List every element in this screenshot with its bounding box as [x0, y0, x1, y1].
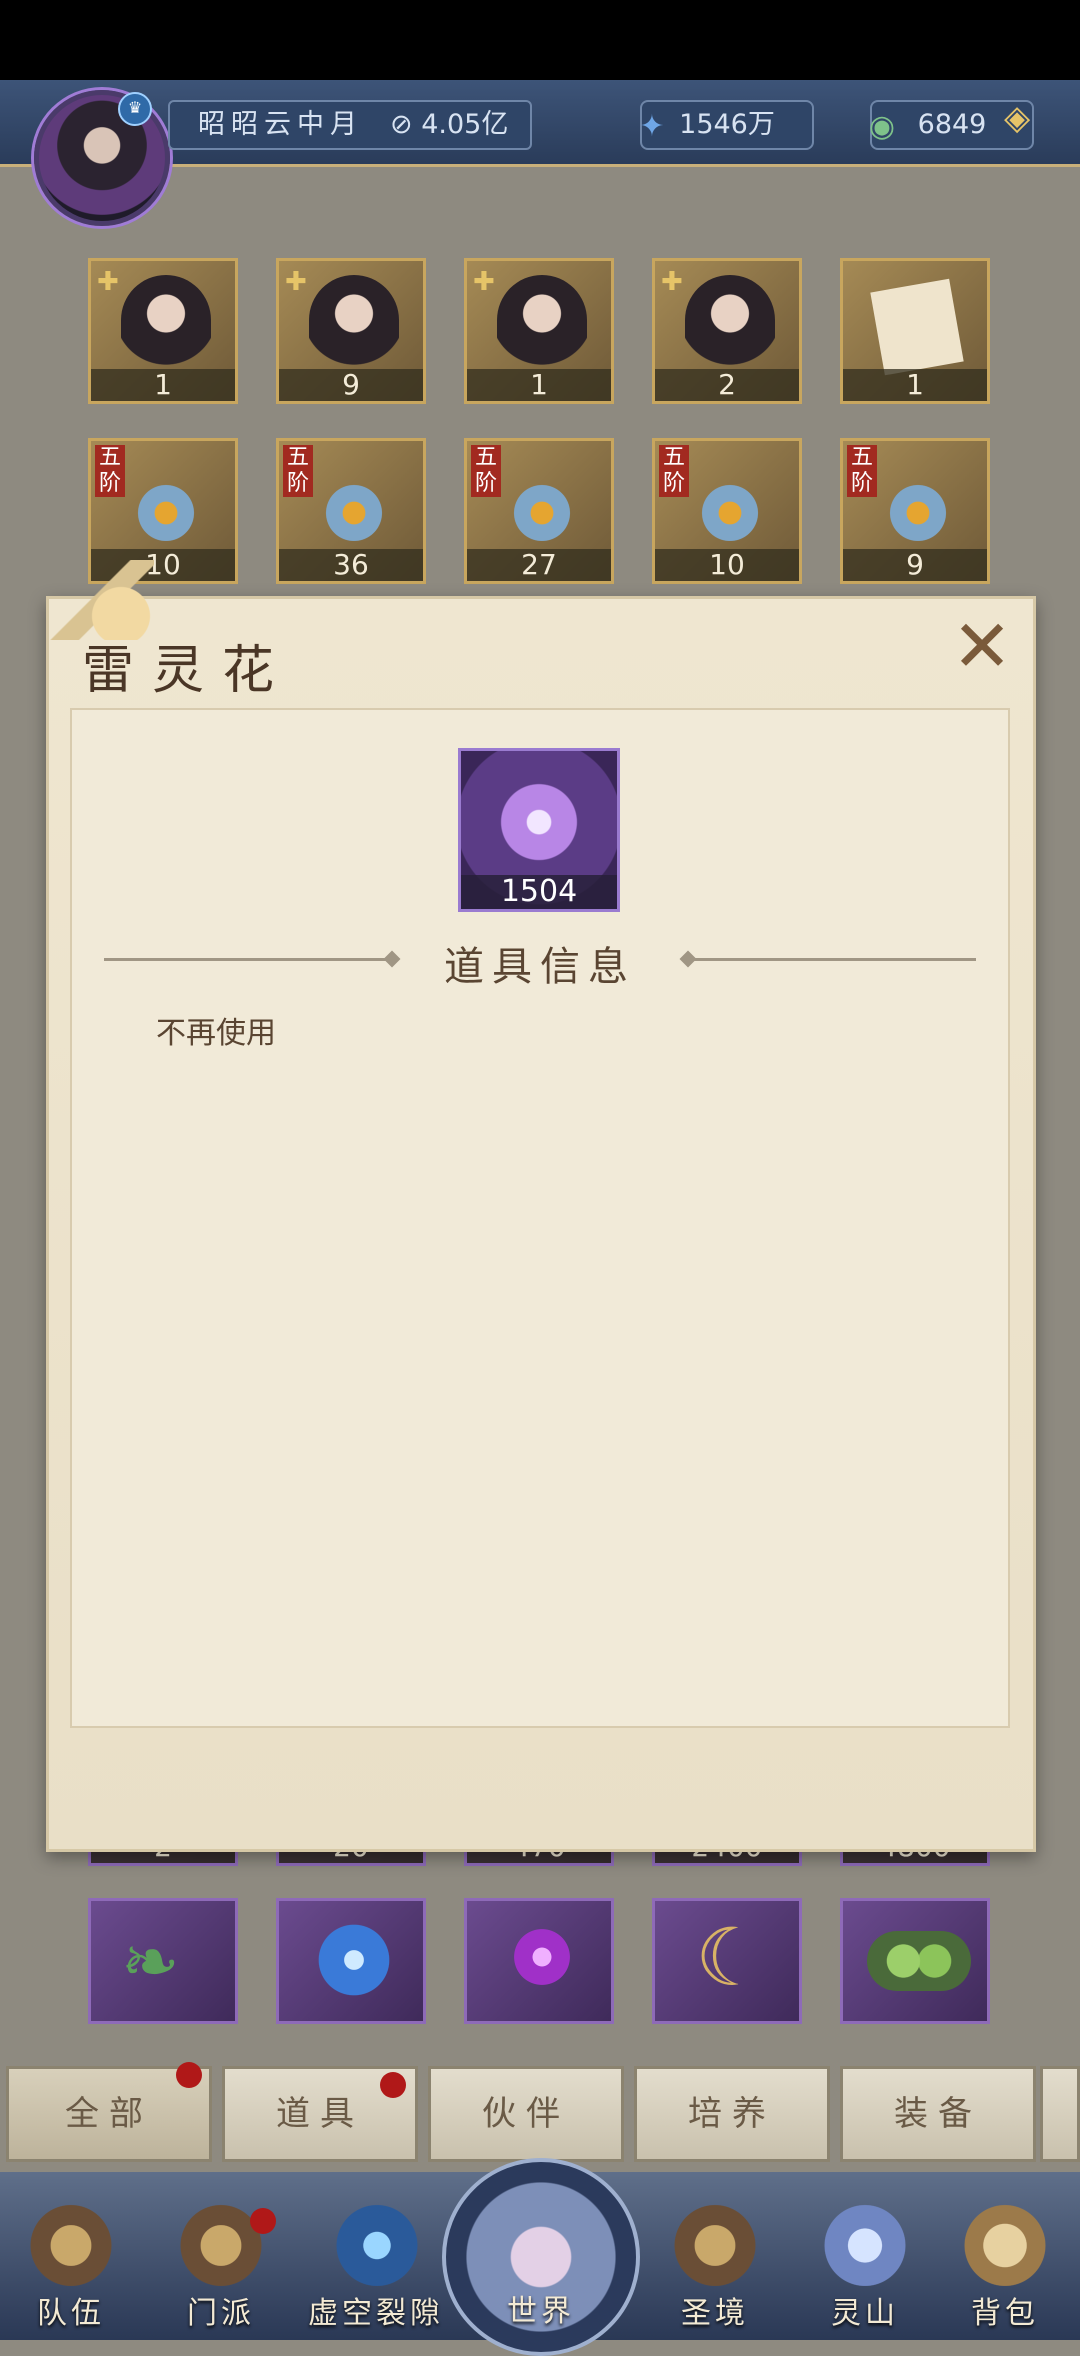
slot-count: 9 [843, 549, 987, 581]
nav-backpack[interactable]: 背包 [940, 2196, 1070, 2340]
nav-label: 虚空裂隙 [308, 2296, 444, 2331]
section-title: 道具信息 [444, 944, 636, 990]
slot-count: 36 [279, 549, 423, 581]
lotus-coin-icon [873, 471, 963, 541]
player-name-plate: 昭昭云中月 ⊘ 4.05亿 [168, 100, 532, 150]
slot-count: 1 [91, 369, 235, 401]
notification-dot [250, 2208, 276, 2234]
power-text: 4.05亿 [421, 109, 509, 140]
team-hat-icon [26, 2196, 116, 2286]
status-bar [0, 0, 1080, 80]
backpack-icon [960, 2196, 1050, 2286]
inventory-slot[interactable]: 1 [840, 258, 990, 404]
purple-pearls-icon [507, 1927, 577, 1987]
blue-orb-icon [309, 1915, 399, 2005]
thunder-lotus-icon: 1504 [458, 748, 620, 912]
slot-count: 10 [655, 549, 799, 581]
puzzle-piece-icon: ✚ [285, 267, 307, 297]
item-description: 不再使用 [156, 1016, 276, 1051]
tab-more[interactable] [1040, 2066, 1080, 2162]
nav-world[interactable]: 世界 [442, 2158, 640, 2356]
item-count: 1504 [461, 875, 617, 909]
jade-coin-icon: ◉ [868, 109, 896, 144]
slot-count: 2 [655, 369, 799, 401]
lotus-coin-icon [685, 471, 775, 541]
tier-badge: 五阶 [283, 445, 313, 497]
lotus-coin-icon [121, 471, 211, 541]
inventory-slot[interactable]: ✚ 1 [464, 258, 614, 404]
golden-horn-icon: ☾ [695, 1911, 767, 2004]
inventory-slot[interactable]: 五阶 10 [652, 438, 802, 584]
tier-badge: 五阶 [471, 445, 501, 497]
inventory-slot[interactable]: 五阶 9 [840, 438, 990, 584]
inventory-slot[interactable] [464, 1898, 614, 2024]
inventory-slot[interactable] [840, 1898, 990, 2024]
tier-badge: 五阶 [659, 445, 689, 497]
vip-badge-icon: ♛ [118, 92, 152, 126]
nav-label: 灵山 [831, 2296, 899, 2331]
nav-spirit-mountain[interactable]: 灵山 [800, 2196, 930, 2340]
puzzle-piece-icon: ✚ [97, 267, 119, 297]
inventory-slot[interactable]: ☾ [652, 1898, 802, 2024]
green-dumplings-icon [867, 1931, 971, 1991]
herb-leaf-icon: ❧ [121, 1921, 180, 2003]
nav-label: 门派 [187, 2296, 255, 2331]
tier-badge: 五阶 [95, 445, 125, 497]
slot-count: 1 [843, 369, 987, 401]
lotus-coin-icon [497, 471, 587, 541]
puzzle-piece-icon: ✚ [473, 267, 495, 297]
tab-cultivate[interactable]: 培养 [634, 2066, 830, 2162]
inventory-slot[interactable] [276, 1898, 426, 2024]
pavilion-icon [176, 2196, 266, 2286]
puzzle-piece-icon: ✚ [661, 267, 683, 297]
plus-diamond-icon[interactable]: ◈ [1004, 98, 1044, 138]
notification-dot [380, 2072, 406, 2098]
inventory-slot[interactable]: ❧ [88, 1898, 238, 2024]
void-rift-icon [332, 2196, 422, 2286]
nav-void-rift[interactable]: 虚空裂隙 [296, 2196, 456, 2340]
tab-equipment[interactable]: 装备 [840, 2066, 1036, 2162]
currency1-display[interactable]: ✦ 1546万 [639, 100, 814, 150]
notification-dot [176, 2062, 202, 2088]
slot-count: 1 [467, 369, 611, 401]
inventory-slot[interactable]: 五阶 27 [464, 438, 614, 584]
blue-crystal-icon: ✦ [639, 109, 665, 144]
currency2-value: 6849 [917, 109, 987, 140]
inventory-slot[interactable]: ✚ 2 [652, 258, 802, 404]
inventory-slot[interactable]: ✚ 1 [88, 258, 238, 404]
power-value: ⊘ 4.05亿 [390, 109, 509, 140]
tier-badge: 五阶 [847, 445, 877, 497]
inventory-slot[interactable]: 五阶 36 [276, 438, 426, 584]
nav-team[interactable]: 队伍 [6, 2196, 136, 2340]
spirit-mountain-icon [820, 2196, 910, 2286]
slot-count: 9 [279, 369, 423, 401]
currency1-value: 1546万 [679, 109, 775, 140]
nav-label: 世界 [507, 2294, 575, 2329]
nav-label: 背包 [971, 2296, 1039, 2331]
holy-pagoda-icon [670, 2196, 760, 2286]
nav-holy-realm[interactable]: 圣境 [650, 2196, 780, 2340]
scroll-icon [870, 278, 964, 376]
dialog-title: 雷灵花 [82, 641, 293, 701]
nav-label: 圣境 [681, 2296, 749, 2331]
nav-label: 队伍 [37, 2296, 105, 2331]
inventory-slot[interactable]: ✚ 9 [276, 258, 426, 404]
tab-partners[interactable]: 伙伴 [428, 2066, 624, 2162]
slot-count: 27 [467, 549, 611, 581]
player-name: 昭昭云中月 [198, 109, 363, 140]
lotus-coin-icon [309, 471, 399, 541]
close-icon[interactable]: ✕ [948, 610, 1016, 682]
